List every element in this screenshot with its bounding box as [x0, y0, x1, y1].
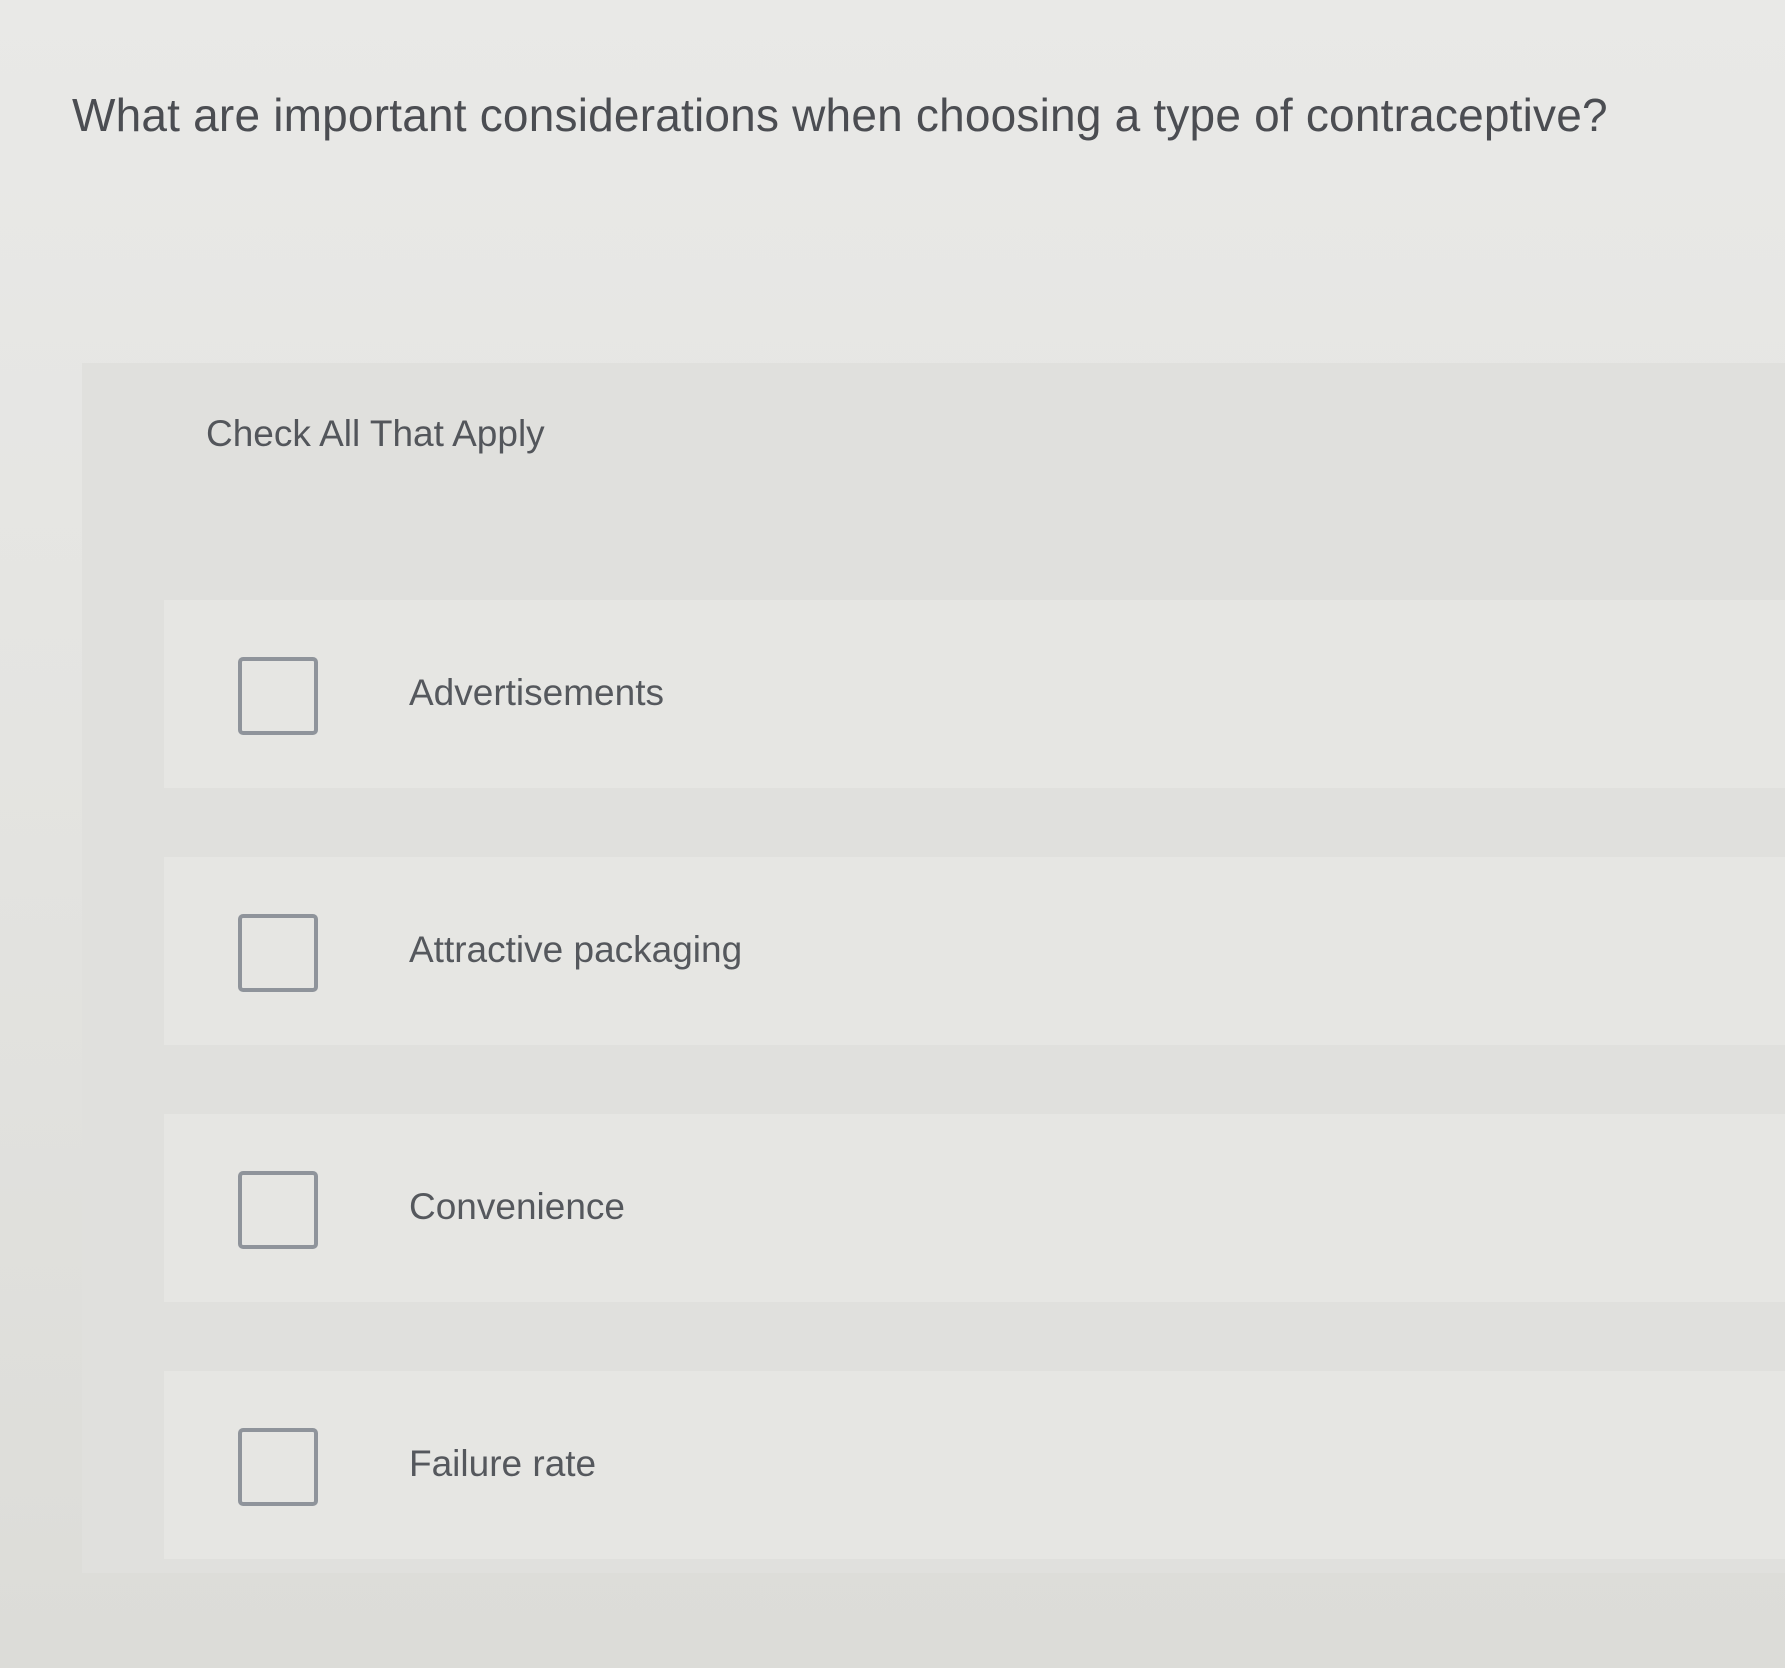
option-label[interactable]: Failure rate [409, 1443, 596, 1485]
option-attractive-packaging[interactable]: Attractive packaging [164, 857, 1785, 1045]
answer-panel: Check All That Apply Advertisements Attr… [82, 363, 1785, 1573]
option-label[interactable]: Attractive packaging [409, 929, 742, 971]
checkbox[interactable] [238, 914, 318, 992]
instruction-label: Check All That Apply [206, 413, 545, 454]
option-label[interactable]: Advertisements [409, 672, 664, 714]
checkbox[interactable] [238, 1428, 318, 1506]
checkbox[interactable] [238, 657, 318, 735]
options-list: Advertisements Attractive packaging Conv… [164, 600, 1785, 1628]
option-advertisements[interactable]: Advertisements [164, 600, 1785, 788]
option-convenience[interactable]: Convenience [164, 1114, 1785, 1302]
checkbox[interactable] [238, 1171, 318, 1249]
option-label[interactable]: Convenience [409, 1186, 625, 1228]
question-text: What are important considerations when c… [72, 89, 1608, 141]
option-failure-rate[interactable]: Failure rate [164, 1371, 1785, 1559]
